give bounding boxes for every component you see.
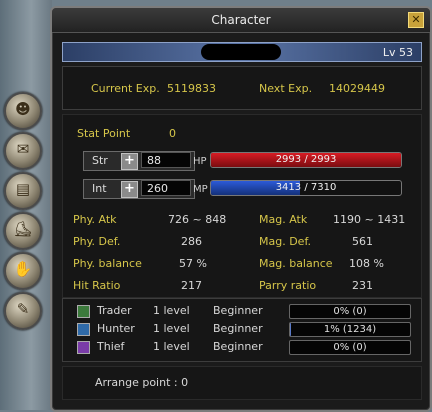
parry-ratio-label: Parry ratio	[259, 279, 317, 292]
level-bar: Lv 53	[62, 42, 422, 62]
stat-point-value: 0	[169, 127, 176, 140]
job-progress-bar: 0% (0)	[289, 304, 411, 319]
mag-balance-label: Mag. balance	[259, 257, 333, 270]
mag-def-label: Mag. Def.	[259, 235, 312, 248]
head-icon[interactable]: ☻	[4, 92, 42, 130]
trader-icon	[77, 305, 90, 318]
boot-icon[interactable]: ⛸	[4, 212, 42, 250]
int-label: Int	[92, 182, 107, 195]
int-value: 260	[141, 180, 191, 196]
job-name: Trader	[97, 304, 132, 317]
arrange-point: Arrange point : 0	[95, 376, 189, 389]
job-name: Thief	[97, 340, 125, 353]
phy-def-value: 286	[181, 235, 202, 248]
job-progress-text: 1% (1234)	[323, 324, 377, 335]
job-progress-text: 0% (0)	[333, 342, 367, 353]
mp-label: MP	[193, 184, 208, 195]
exp-panel: Current Exp. 5119833 Next Exp. 14029449	[62, 66, 422, 110]
mag-def-value: 561	[352, 235, 373, 248]
hunter-icon	[77, 323, 90, 336]
stats-panel: Stat Point 0 Str + 88 HP 2993 / 2993 Int…	[62, 114, 422, 298]
job-rank: Beginner	[213, 304, 263, 317]
jobs-panel: Trader 1 level Beginner 0% (0) Hunter 1 …	[62, 298, 422, 362]
stat-point-label: Stat Point	[77, 127, 131, 140]
job-progress-bar: 1% (1234)	[289, 322, 411, 337]
hit-ratio-label: Hit Ratio	[73, 279, 121, 292]
str-plus-button[interactable]: +	[121, 153, 138, 170]
hit-ratio-value: 217	[181, 279, 202, 292]
quill-icon[interactable]: ✎	[4, 292, 42, 330]
hp-bar: 2993 / 2993	[210, 152, 402, 168]
phy-balance-label: Phy. balance	[73, 257, 142, 270]
job-level: 1 level	[153, 340, 190, 353]
mag-atk-label: Mag. Atk	[259, 213, 308, 226]
int-row: Int + 260	[83, 179, 195, 199]
str-value: 88	[141, 152, 191, 168]
handshake-icon[interactable]: ✋	[4, 252, 42, 290]
current-exp-value: 5119833	[167, 82, 216, 95]
next-exp-label: Next Exp.	[259, 82, 313, 95]
parry-ratio-value: 231	[352, 279, 373, 292]
phy-def-label: Phy. Def.	[73, 235, 121, 248]
character-window: Character ✕ Lv 53 Current Exp. 5119833 N…	[50, 6, 432, 412]
title-bar[interactable]: Character ✕	[52, 8, 430, 33]
job-level: 1 level	[153, 304, 190, 317]
phy-balance-value: 57 %	[179, 257, 207, 270]
phy-atk-value: 726 ~ 848	[168, 213, 227, 226]
current-exp-label: Current Exp.	[91, 82, 160, 95]
hp-label: HP	[193, 156, 207, 167]
int-plus-button[interactable]: +	[121, 181, 138, 198]
next-exp-value: 14029449	[329, 82, 385, 95]
job-rank: Beginner	[213, 322, 263, 335]
close-icon[interactable]: ✕	[408, 12, 424, 28]
thief-icon	[77, 341, 90, 354]
str-label: Str	[92, 154, 108, 167]
hp-text: 2993 / 2993	[275, 154, 337, 165]
window-title: Character	[211, 13, 271, 27]
job-rank: Beginner	[213, 340, 263, 353]
scroll-icon[interactable]: ✉	[4, 132, 42, 170]
job-progress-bar: 0% (0)	[289, 340, 411, 355]
mag-atk-value: 1190 ~ 1431	[333, 213, 406, 226]
job-level: 1 level	[153, 322, 190, 335]
job-progress-text: 0% (0)	[333, 306, 367, 317]
mp-text: 3413 / 7310	[275, 182, 337, 193]
level-label: Lv 53	[382, 46, 413, 59]
mp-bar: 3413 / 7310	[210, 180, 402, 196]
phy-atk-label: Phy. Atk	[73, 213, 117, 226]
book-icon[interactable]: ▤	[4, 172, 42, 210]
str-row: Str + 88	[83, 151, 195, 171]
name-plate	[201, 44, 281, 60]
job-name: Hunter	[97, 322, 135, 335]
mag-balance-value: 108 %	[349, 257, 384, 270]
arrange-panel: Arrange point : 0	[62, 366, 422, 400]
